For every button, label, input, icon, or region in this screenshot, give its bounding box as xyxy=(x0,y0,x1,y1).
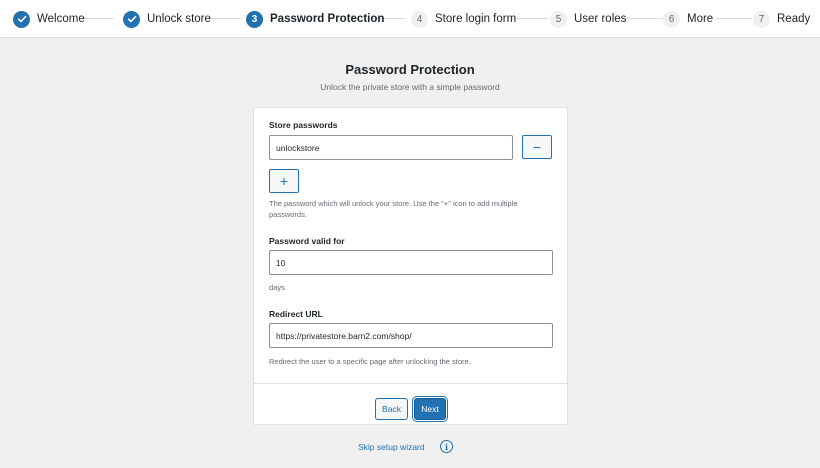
step-password-protection[interactable]: 3 Password Protection xyxy=(246,9,384,29)
store-password-input[interactable]: unlockstore xyxy=(269,135,513,160)
step-ready[interactable]: 7 Ready xyxy=(753,9,810,29)
redirect-url-label: Redirect URL xyxy=(269,309,323,319)
step-number: 7 xyxy=(753,10,770,28)
step-user-roles[interactable]: 5 User roles xyxy=(550,9,626,29)
step-number: 5 xyxy=(550,10,567,28)
step-number: 3 xyxy=(246,10,263,28)
add-password-button[interactable]: + xyxy=(269,169,299,193)
step-number: 6 xyxy=(663,10,680,28)
page-title: Password Protection xyxy=(345,62,475,77)
page-subtitle: Unlock the private store with a simple p… xyxy=(320,82,500,92)
next-button[interactable]: Next xyxy=(414,398,446,420)
card-footer: Back Next xyxy=(254,383,567,425)
step-unlock-store[interactable]: Unlock store xyxy=(123,9,211,29)
checkmark-icon xyxy=(13,10,30,28)
back-button[interactable]: Back xyxy=(375,398,408,420)
step-number: 4 xyxy=(411,10,428,28)
step-label: Store login form xyxy=(435,13,517,25)
skip-setup-wizard-link[interactable]: Skip setup wizard xyxy=(358,442,425,452)
password-valid-for-input[interactable]: 10 xyxy=(269,250,553,275)
minus-icon: − xyxy=(532,139,542,155)
step-connector xyxy=(210,18,242,19)
step-label: Ready xyxy=(777,13,811,25)
store-passwords-label: Store passwords xyxy=(269,120,338,130)
step-connector xyxy=(625,18,663,19)
setup-steps-bar: Welcome Unlock store 3 Password Protecti… xyxy=(0,0,820,38)
step-connector xyxy=(512,18,548,19)
step-label: Password Protection xyxy=(270,13,385,25)
redirect-url-help: Redirect the user to a specific page aft… xyxy=(269,357,471,366)
plus-icon: + xyxy=(279,173,289,189)
step-label: More xyxy=(687,13,714,25)
checkmark-icon xyxy=(123,10,140,28)
step-welcome[interactable]: Welcome xyxy=(13,9,85,29)
valid-for-unit: days xyxy=(269,283,285,292)
password-valid-for-label: Password valid for xyxy=(269,236,345,246)
step-more[interactable]: 6 More xyxy=(663,9,713,29)
store-passwords-help: The password which will unlock your stor… xyxy=(269,199,518,219)
step-connector xyxy=(84,18,114,19)
redirect-url-input[interactable]: https://privatestore.barn2.com/shop/ xyxy=(269,323,553,348)
step-store-login-form[interactable]: 4 Store login form xyxy=(411,9,516,29)
step-label: Welcome xyxy=(37,13,85,25)
settings-card: Store passwords unlockstore − + The pass… xyxy=(253,107,568,425)
info-icon[interactable]: i xyxy=(440,440,453,453)
step-label: User roles xyxy=(574,13,627,25)
remove-password-button[interactable]: − xyxy=(522,135,552,159)
step-label: Unlock store xyxy=(147,13,211,25)
step-connector xyxy=(716,18,752,19)
